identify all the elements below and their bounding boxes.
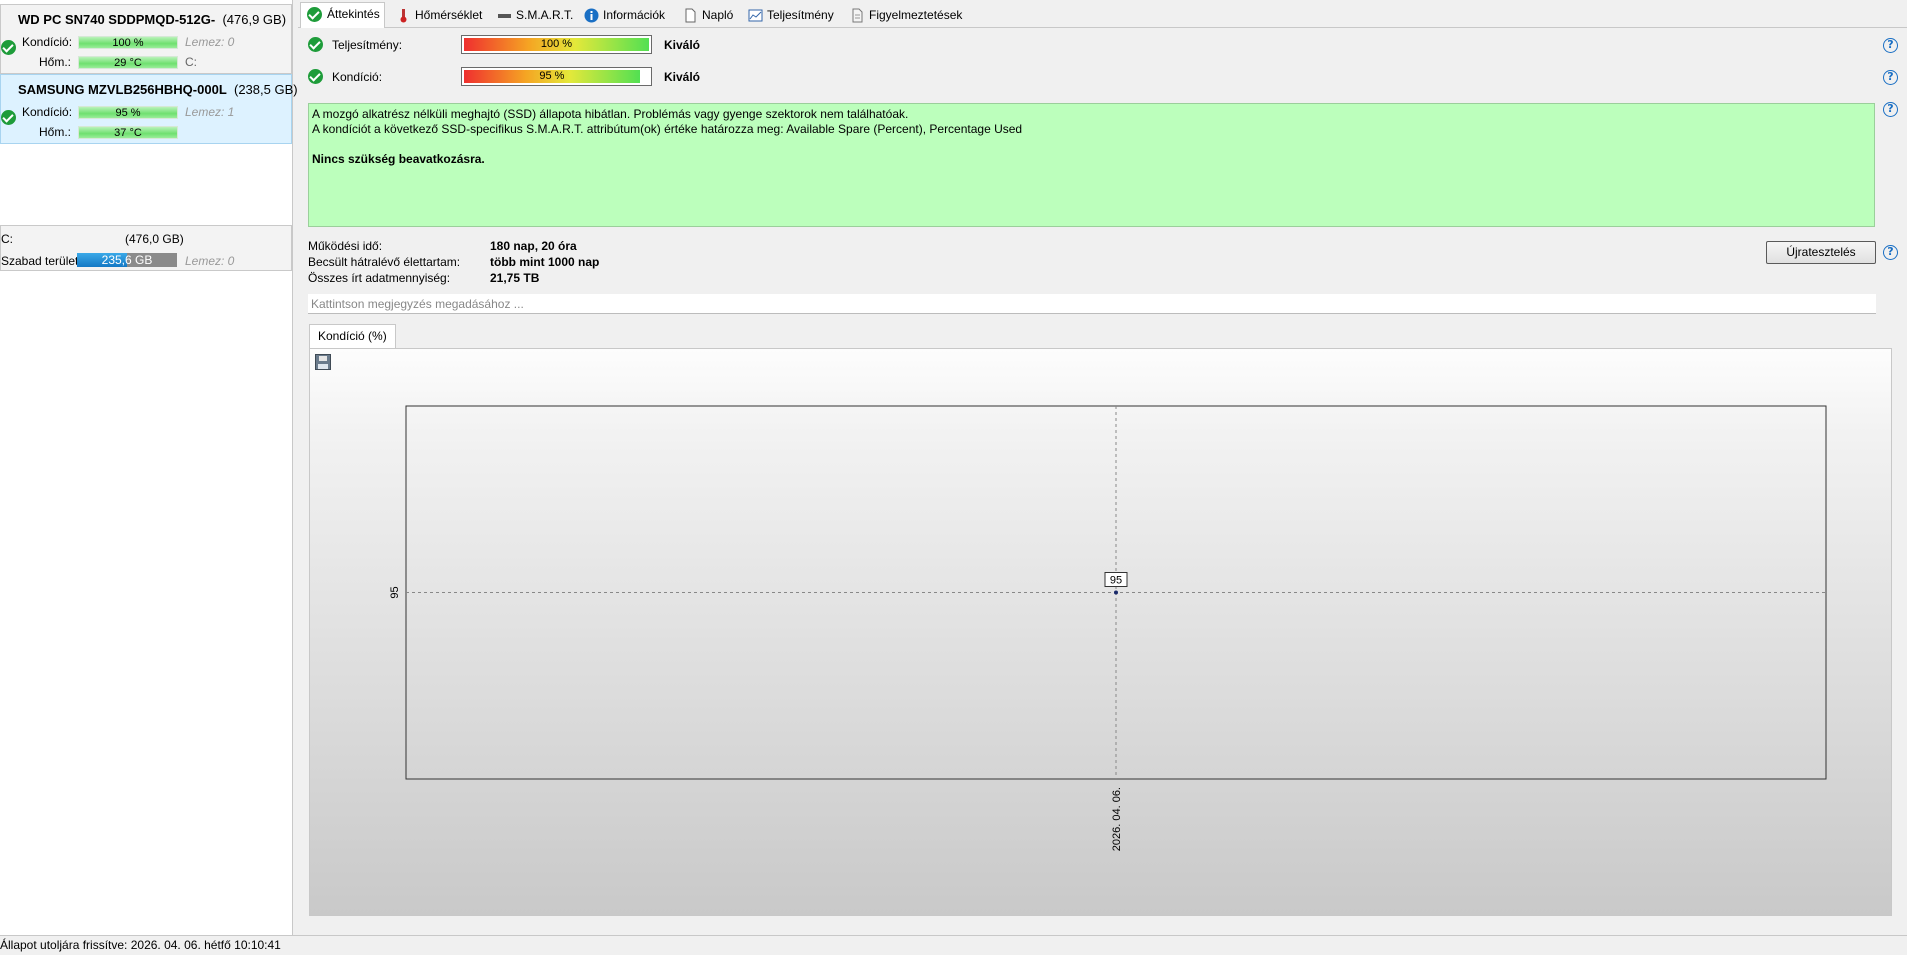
performance-row: Teljesítmény: 100 % Kiváló [308, 34, 1898, 56]
disk-condition-row: Kondíció: 95 % Lemez: 1 [1, 104, 293, 125]
check-circle-icon [1, 110, 16, 125]
status-bar: Állapot utoljára frissítve: 2026. 04. 06… [0, 935, 1907, 955]
condition-bar: 95 % [461, 67, 652, 86]
performance-chart-icon [748, 9, 763, 22]
check-circle-icon [307, 7, 322, 22]
main-panel: Áttekintés Hőmérséklet S.M.A.R.T. Inform… [298, 0, 1907, 935]
disk-title: SAMSUNG MZVLB256HBHQ-000L (238,5 GB) [18, 82, 298, 97]
alerts-icon [852, 8, 863, 23]
check-circle-icon [308, 69, 323, 84]
free-space-label: Szabad terület [1, 254, 79, 268]
x-tick-label: 2026. 04. 06. [1111, 787, 1123, 851]
performance-label: Teljesítmény: [332, 38, 403, 52]
lifetime-row: Becsült hátralévő élettartam: több mint … [308, 255, 599, 269]
disk-name: SAMSUNG MZVLB256HBHQ-000L [18, 82, 227, 97]
check-circle-icon [308, 37, 323, 52]
drive-icon [498, 14, 511, 18]
condition-row: Kondíció: 95 % Kiváló [308, 66, 1898, 88]
lifetime-label: Becsült hátralévő élettartam: [308, 255, 461, 269]
status-message-bold: Nincs szükség beavatkozásra. [312, 152, 485, 166]
overview-panel: Teljesítmény: 100 % Kiváló ? Kondíció: 9… [298, 28, 1907, 935]
disk-name: WD PC SN740 SDDPMQD-512G- [18, 12, 216, 27]
chart-tab-condition[interactable]: Kondíció (%) [309, 324, 396, 348]
tab-temperature[interactable]: Hőmérséklet [389, 4, 482, 28]
tab-alerts[interactable]: Figyelmeztetések [843, 4, 962, 28]
free-space-bar: 235,6 GB [77, 253, 177, 267]
temp-label: Hőm.: [39, 125, 72, 139]
condition-label: Kondíció: [22, 35, 73, 49]
status-message-line: A mozgó alkatrész nélküli meghajtó (SSD)… [312, 107, 909, 121]
temp-label: Hőm.: [39, 55, 72, 69]
status-message-line: A kondíciót a következő SSD-specifikus S… [312, 122, 1023, 136]
tab-bar: Áttekintés Hőmérséklet S.M.A.R.T. Inform… [298, 2, 1907, 28]
written-value: 21,75 TB [490, 271, 540, 285]
tab-label: Napló [702, 8, 734, 22]
uptime-row: Működési idő: 180 nap, 20 óra [308, 239, 577, 253]
tab-label: Teljesítmény [767, 8, 834, 22]
free-space-value: 235,6 GB [101, 253, 153, 267]
written-label: Összes írt adatmennyiség: [308, 271, 451, 285]
help-icon[interactable]: ? [1883, 70, 1898, 85]
tab-label: Figyelmeztetések [869, 8, 963, 22]
tab-log[interactable]: Napló [676, 4, 733, 28]
condition-bar: 100 % [78, 36, 178, 49]
disk-item-samsung[interactable]: SAMSUNG MZVLB256HBHQ-000L (238,5 GB) Kon… [0, 74, 298, 144]
condition-chart-panel: 95 2026. 04. 06. 95 [309, 348, 1892, 916]
partition-item[interactable]: C: (476,0 GB) Szabad terület 235,6 GB Le… [0, 225, 292, 271]
disk-title: WD PC SN740 SDDPMQD-512G- (476,9 GB) [18, 12, 286, 27]
document-icon [685, 8, 696, 23]
retest-button[interactable]: Újratesztelés [1766, 241, 1876, 264]
tab-label: S.M.A.R.T. [516, 8, 574, 22]
tab-label: Hőmérséklet [415, 8, 483, 22]
tab-information[interactable]: Információk [577, 4, 665, 28]
disk-item-wd[interactable]: WD PC SN740 SDDPMQD-512G- (476,9 GB) Kon… [0, 4, 292, 74]
help-icon[interactable]: ? [1883, 38, 1898, 53]
uptime-value: 180 nap, 20 óra [490, 239, 577, 253]
temp-bar: 29 °C [78, 56, 178, 69]
help-icon[interactable]: ? [1883, 102, 1898, 117]
uptime-label: Működési idő: [308, 239, 383, 253]
disk-index: Lemez: 1 [185, 105, 235, 119]
partition-letter: C: [1, 232, 13, 246]
tab-performance[interactable]: Teljesítmény [741, 4, 834, 28]
tab-overview[interactable]: Áttekintés [300, 2, 385, 28]
condition-label: Kondíció: [332, 70, 383, 84]
check-circle-icon [1, 40, 16, 55]
condition-chart: 95 2026. 04. 06. 95 [389, 405, 1827, 851]
partition-disk-index: Lemez: 0 [185, 254, 235, 268]
written-row: Összes írt adatmennyiség: 21,75 TB [308, 271, 539, 285]
info-icon [584, 8, 599, 23]
partition-size: (476,0 GB) [125, 232, 184, 246]
tab-label: Információk [603, 8, 666, 22]
drive-letter: C: [185, 55, 197, 69]
condition-bar: 95 % [78, 106, 178, 119]
y-tick-label: 95 [389, 586, 401, 598]
condition-rating: Kiváló [664, 70, 701, 84]
disk-temp-row: Hőm.: 29 °C C: [1, 54, 293, 70]
data-point [1114, 590, 1118, 595]
condition-bar-fill: 95 % [464, 70, 640, 83]
status-message-box: A mozgó alkatrész nélküli meghajtó (SSD)… [308, 103, 1875, 227]
disk-list-panel: WD PC SN740 SDDPMQD-512G- (476,9 GB) Kon… [0, 0, 298, 935]
help-icon[interactable]: ? [1883, 245, 1898, 260]
lifetime-value: több mint 1000 nap [490, 255, 600, 269]
note-input[interactable]: Kattintson megjegyzés megadásához ... [308, 294, 1876, 314]
data-label: 95 [1110, 575, 1122, 587]
tab-smart[interactable]: S.M.A.R.T. [490, 4, 573, 28]
disk-condition-row: Kondíció: 100 % Lemez: 0 [1, 34, 293, 55]
app-window: WD PC SN740 SDDPMQD-512G- (476,9 GB) Kon… [0, 0, 1907, 955]
performance-bar-fill: 100 % [464, 38, 649, 51]
temp-bar: 37 °C [78, 126, 178, 139]
tab-label: Áttekintés [327, 7, 380, 21]
disk-index: Lemez: 0 [185, 35, 235, 49]
disk-temp-row: Hőm.: 37 °C [1, 124, 293, 140]
disk-size: (476,9 GB) [222, 12, 287, 27]
thermometer-icon [400, 9, 407, 23]
performance-rating: Kiváló [664, 38, 701, 52]
performance-bar: 100 % [461, 35, 652, 54]
condition-label: Kondíció: [22, 105, 73, 119]
disk-size: (238,5 GB) [234, 82, 298, 97]
